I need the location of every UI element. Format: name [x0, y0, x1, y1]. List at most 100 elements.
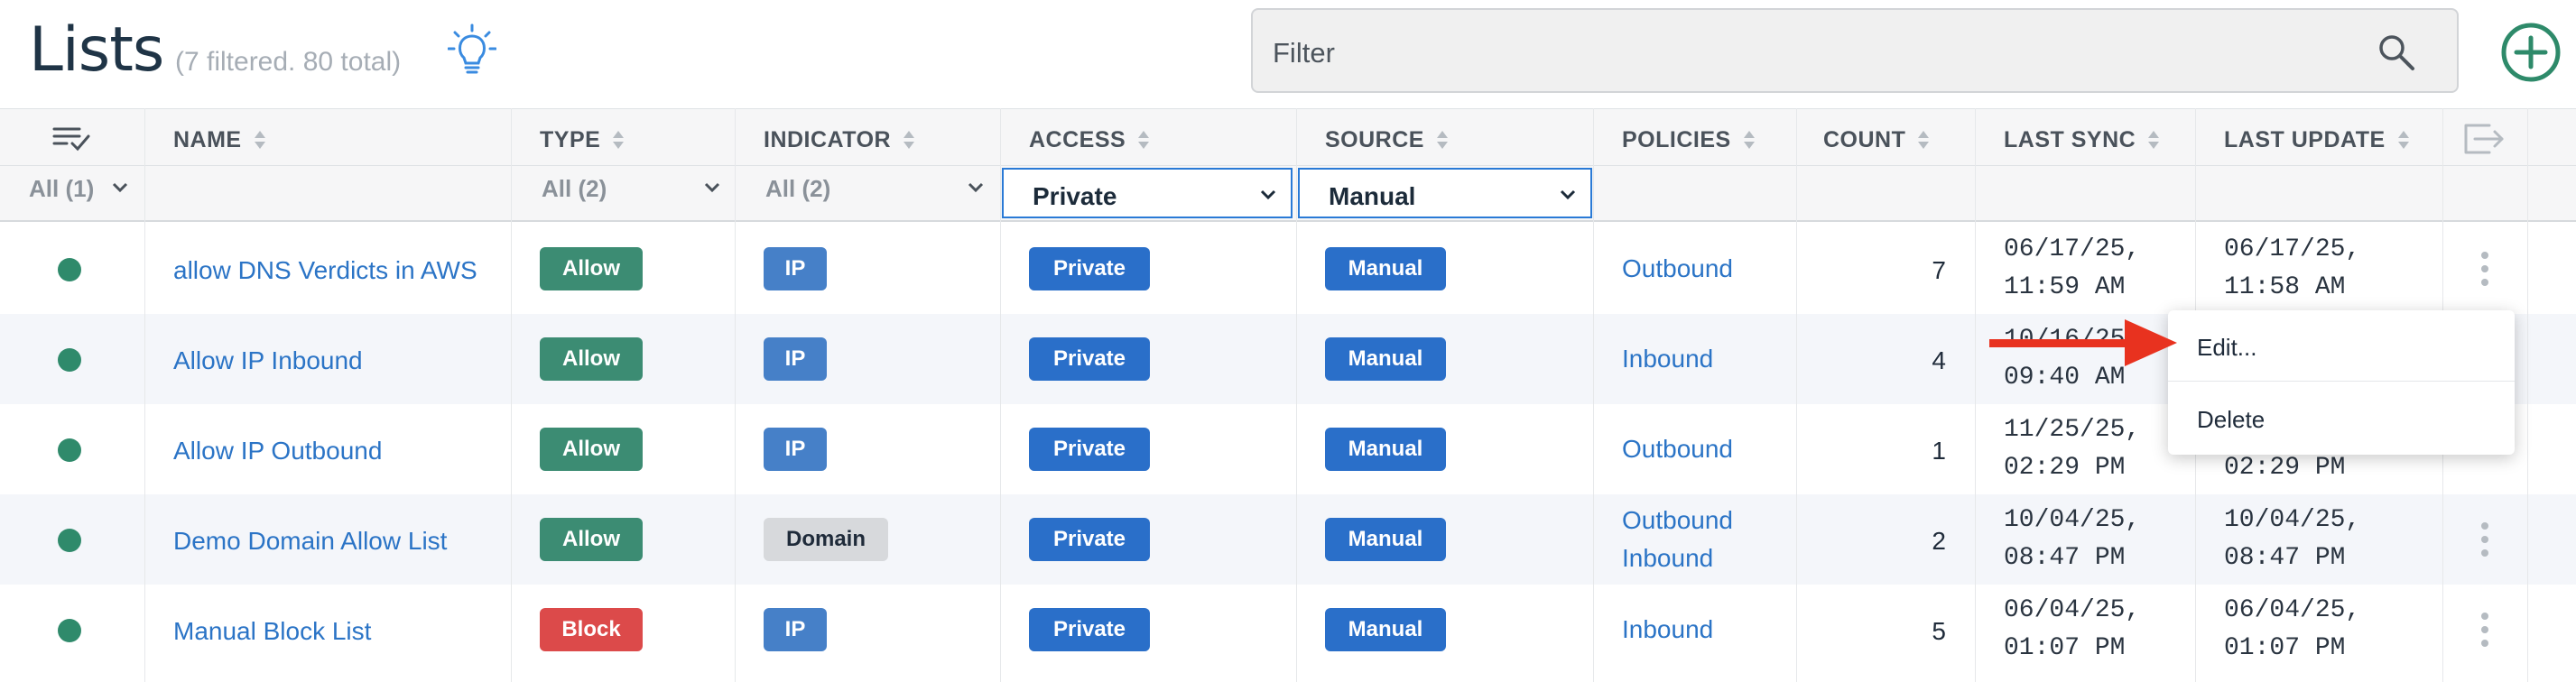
list-name-link[interactable]: allow DNS Verdicts in AWS	[173, 256, 477, 285]
page-title: Lists	[29, 14, 164, 86]
indicator-badge: Domain	[764, 518, 888, 561]
list-name-link[interactable]: Manual Block List	[173, 617, 371, 646]
list-name-link[interactable]: Demo Domain Allow List	[173, 527, 447, 556]
access-badge: Private	[1029, 337, 1150, 381]
count-value: 5	[1932, 617, 1946, 645]
access-badge: Private	[1029, 428, 1150, 471]
column-divider	[144, 108, 145, 682]
col-source[interactable]: SOURCE	[1325, 127, 1450, 153]
export-icon[interactable]	[2462, 124, 2506, 154]
list-name-link[interactable]: Allow IP Inbound	[173, 346, 363, 375]
column-divider	[1593, 108, 1594, 682]
column-divider	[1296, 108, 1297, 682]
type-badge: Block	[540, 608, 643, 651]
sort-icon	[1138, 131, 1150, 149]
status-dot	[58, 529, 81, 552]
sort-icon	[1743, 131, 1755, 149]
policy-link[interactable]: Outbound	[1622, 250, 1733, 288]
column-divider	[1796, 108, 1797, 682]
source-badge: Manual	[1325, 518, 1446, 561]
chevron-down-icon	[1260, 189, 1276, 200]
page-header: Lists (7 filtered. 80 total) Filter	[0, 0, 2576, 108]
chevron-down-icon	[704, 182, 720, 193]
sort-icon	[2397, 131, 2409, 149]
col-last-update[interactable]: LAST UPDATE	[2224, 127, 2411, 153]
column-select-icon[interactable]	[52, 125, 90, 152]
indicator-filter[interactable]: All (2)	[765, 175, 984, 203]
last-sync-date: 10/04/25, 08:47 PM	[2004, 506, 2141, 572]
count-value: 4	[1932, 346, 1946, 374]
col-last-sync[interactable]: LAST SYNC	[2004, 127, 2161, 153]
type-filter[interactable]: All (2)	[542, 175, 720, 203]
table-filter-row: All (1) All (2) All (2) Private Manual	[0, 166, 2576, 222]
source-badge: Manual	[1325, 247, 1446, 290]
source-badge: Manual	[1325, 428, 1446, 471]
access-badge: Private	[1029, 247, 1150, 290]
delete-menu-item[interactable]: Delete	[2168, 382, 2515, 455]
sort-icon	[254, 131, 265, 149]
policy-link[interactable]: Inbound	[1622, 611, 1713, 649]
more-vertical-icon[interactable]	[2480, 251, 2489, 287]
table-row[interactable]: Demo Domain Allow List Allow Domain Priv…	[0, 494, 2576, 585]
column-divider	[1975, 108, 1976, 682]
column-divider	[2527, 108, 2528, 682]
access-badge: Private	[1029, 608, 1150, 651]
column-divider	[735, 108, 736, 682]
add-list-button[interactable]	[2500, 22, 2562, 83]
sort-icon	[613, 131, 625, 149]
indicator-badge: IP	[764, 247, 827, 290]
sort-icon	[903, 131, 915, 149]
chevron-down-icon	[968, 182, 984, 193]
col-name[interactable]: NAME	[173, 127, 267, 153]
column-divider	[511, 108, 512, 682]
policy-link[interactable]: Inbound	[1622, 340, 1713, 378]
status-dot	[58, 258, 81, 281]
list-name-link[interactable]: Allow IP Outbound	[173, 437, 382, 465]
policy-list: Outbound Inbound	[1622, 502, 1733, 577]
table-row[interactable]: allow DNS Verdicts in AWS Allow IP Priva…	[0, 224, 2576, 314]
count-value: 7	[1932, 256, 1946, 284]
col-type[interactable]: TYPE	[540, 127, 625, 153]
filter-input[interactable]: Filter	[1251, 8, 2459, 93]
access-badge: Private	[1029, 518, 1150, 561]
count-value: 2	[1932, 527, 1946, 555]
sort-icon	[1436, 131, 1448, 149]
last-sync-date: 06/17/25, 11:59 AM	[2004, 235, 2141, 301]
chevron-down-icon	[1560, 189, 1576, 200]
source-badge: Manual	[1325, 337, 1446, 381]
status-dot	[58, 619, 81, 642]
table-header-row: NAME TYPE INDICATOR ACCESS SOURCE POLICI…	[0, 108, 2576, 166]
col-indicator[interactable]: INDICATOR	[764, 127, 916, 153]
lightbulb-icon[interactable]	[448, 23, 496, 78]
menu-divider	[2168, 381, 2515, 382]
col-policies[interactable]: POLICIES	[1622, 127, 1756, 153]
filter-count-label: (7 filtered. 80 total)	[175, 47, 402, 77]
source-badge: Manual	[1325, 608, 1446, 651]
last-update-date: 02:29 PM	[2224, 454, 2346, 482]
type-badge: Allow	[540, 428, 643, 471]
col-count[interactable]: COUNT	[1823, 127, 1931, 153]
type-badge: Allow	[540, 518, 643, 561]
access-filter[interactable]: Private	[1002, 168, 1293, 218]
policy-link[interactable]: Outbound	[1622, 502, 1733, 539]
table-row[interactable]: Manual Block List Block IP Private Manua…	[0, 585, 2576, 675]
more-vertical-icon[interactable]	[2480, 612, 2489, 648]
policy-link[interactable]: Inbound	[1622, 539, 1733, 577]
row-context-menu: Edit... Delete	[2168, 310, 2515, 455]
filter-placeholder: Filter	[1273, 37, 1335, 69]
last-update-date: 10/04/25, 08:47 PM	[2224, 506, 2361, 572]
status-filter[interactable]: All (1)	[29, 175, 128, 203]
last-update-date: 06/17/25, 11:58 AM	[2224, 235, 2361, 301]
source-filter[interactable]: Manual	[1298, 168, 1592, 218]
more-vertical-icon[interactable]	[2480, 521, 2489, 558]
indicator-badge: IP	[764, 608, 827, 651]
search-icon[interactable]	[2377, 33, 2415, 71]
last-sync-date: 06/04/25, 01:07 PM	[2004, 596, 2141, 662]
count-value: 1	[1932, 437, 1946, 465]
red-arrow-annotation	[1989, 319, 2177, 366]
col-access[interactable]: ACCESS	[1029, 127, 1151, 153]
type-badge: Allow	[540, 337, 643, 381]
status-dot	[58, 348, 81, 372]
edit-menu-item[interactable]: Edit...	[2168, 310, 2515, 382]
policy-link[interactable]: Outbound	[1622, 430, 1733, 468]
